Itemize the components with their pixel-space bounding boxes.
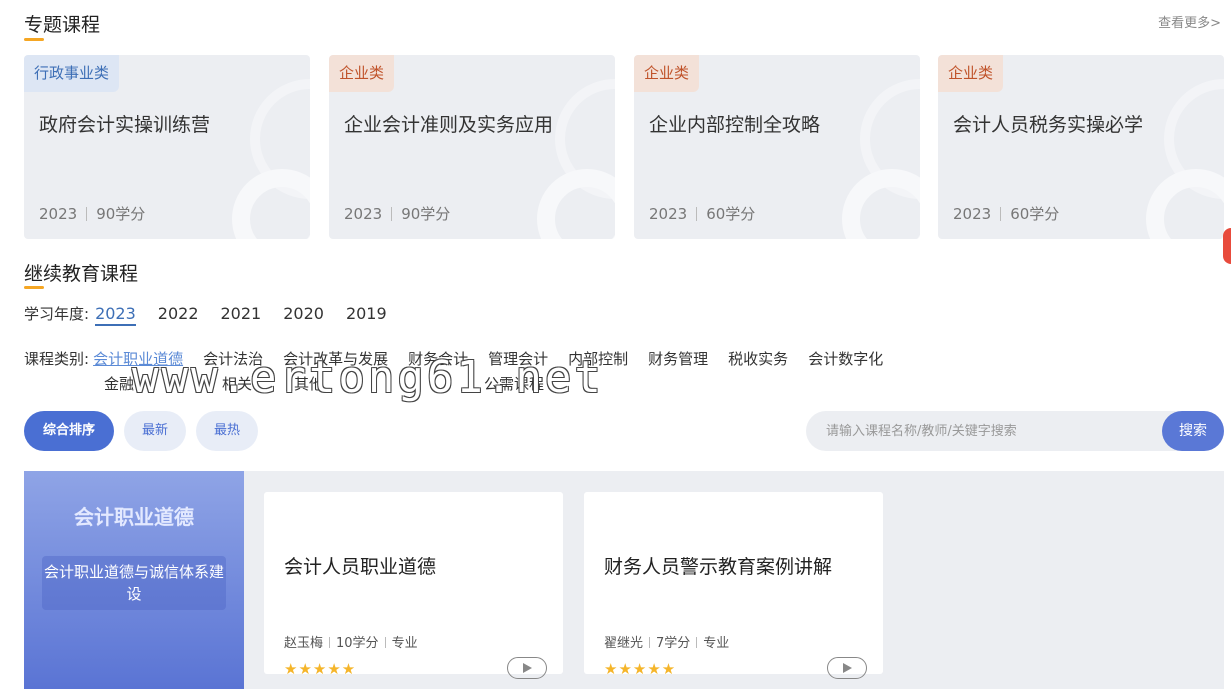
- topic-tag: 企业类: [938, 55, 1004, 92]
- course-name: 财务人员警示教育案例讲解: [604, 556, 833, 578]
- category-filter-label: 课程类别:: [24, 350, 90, 368]
- topic-tag: 行政事业类: [24, 55, 120, 92]
- topic-card[interactable]: 企业类 会计人员税务实操必学 2023 60学分: [938, 55, 1224, 239]
- category-option[interactable]: 财务管理: [648, 348, 708, 369]
- course-card[interactable]: 会计人员职业道德 赵玉梅 10学分 专业 ★★★★★: [264, 492, 563, 679]
- category-option[interactable]: 公需课程: [484, 373, 544, 394]
- category-feature-panel[interactable]: 会计职业道德 会计职业道德与诚信体系建设: [24, 471, 244, 689]
- card-decoration: [1146, 169, 1224, 239]
- category-option[interactable]: 会计改革与发展: [283, 348, 388, 369]
- topic-credits: 90学分: [401, 205, 451, 223]
- card-decoration: [232, 169, 310, 239]
- course-meta: 翟继光 7学分 专业: [604, 632, 729, 651]
- course-list: 会计职业道德 会计职业道德与诚信体系建设 会计人员职业道德 赵玉梅 10学分 专业 …: [24, 471, 1224, 689]
- topic-credits: 60学分: [1010, 205, 1060, 223]
- play-icon[interactable]: [507, 657, 547, 679]
- card-decoration: [842, 169, 920, 239]
- search-box: 搜索: [806, 411, 1224, 451]
- rating-stars-icon: ★★★★★: [604, 660, 677, 678]
- continuing-section-title: 继续教育课程: [24, 263, 139, 285]
- topic-tag: 企业类: [329, 55, 395, 92]
- year-option-2021[interactable]: 2021: [221, 304, 262, 323]
- topic-name: 政府会计实操训练营: [39, 114, 211, 136]
- course-meta: 赵玉梅 10学分 专业: [284, 632, 418, 651]
- sort-hottest-button[interactable]: 最热: [196, 411, 258, 451]
- topic-tag: 企业类: [634, 55, 700, 92]
- year-filter-label: 学习年度:: [24, 305, 90, 323]
- course-teacher: 赵玉梅: [284, 636, 324, 651]
- topic-name: 企业内部控制全攻略: [649, 114, 821, 136]
- topics-section-title: 专题课程: [24, 14, 101, 36]
- title-underline: [24, 286, 44, 289]
- topic-card[interactable]: 企业类 企业内部控制全攻略 2023 60学分: [634, 55, 920, 239]
- category-option[interactable]: 会计数字化: [808, 348, 883, 369]
- course-credits: 10学分: [336, 636, 379, 651]
- category-option[interactable]: 税收实务: [728, 348, 788, 369]
- course-name: 会计人员职业道德: [284, 556, 437, 578]
- topic-year: 2023: [953, 205, 992, 223]
- course-type: 专业: [391, 636, 418, 651]
- topic-year: 2023: [39, 205, 78, 223]
- category-option[interactable]: 金融: [104, 373, 134, 394]
- category-option[interactable]: 其他: [294, 373, 324, 394]
- category-option[interactable]: 相关: [222, 373, 252, 394]
- card-decoration: [537, 169, 615, 239]
- topic-meta: 2023 90学分: [39, 203, 145, 224]
- title-underline: [24, 38, 44, 41]
- year-option-2023[interactable]: 2023: [95, 304, 136, 326]
- topic-year: 2023: [344, 205, 383, 223]
- sort-comprehensive-button[interactable]: 综合排序: [24, 411, 114, 451]
- course-type: 专业: [703, 636, 730, 651]
- category-option[interactable]: 管理会计: [488, 348, 548, 369]
- side-float-tab[interactable]: [1223, 228, 1231, 264]
- rating-stars-icon: ★★★★★: [284, 660, 357, 678]
- topic-card[interactable]: 行政事业类 政府会计实操训练营 2023 90学分: [24, 55, 310, 239]
- category-option[interactable]: 财务会计: [408, 348, 468, 369]
- category-filter-row2: 金融 相关 其他 公需课程: [104, 373, 544, 394]
- year-filter: 学习年度: 2023 2022 2021 2020 2019: [24, 303, 387, 326]
- topic-name: 企业会计准则及实务应用: [344, 114, 554, 136]
- course-teacher: 翟继光: [604, 636, 644, 651]
- year-option-2022[interactable]: 2022: [158, 304, 199, 323]
- course-card[interactable]: 财务人员警示教育案例讲解 翟继光 7学分 专业 ★★★★★: [584, 492, 883, 679]
- category-option[interactable]: 会计职业道德: [93, 348, 183, 369]
- topic-meta: 2023 60学分: [953, 203, 1059, 224]
- search-button[interactable]: 搜索: [1162, 411, 1224, 451]
- year-option-2020[interactable]: 2020: [283, 304, 324, 323]
- topic-meta: 2023 90学分: [344, 203, 450, 224]
- topic-credits: 60学分: [706, 205, 756, 223]
- feature-subtitle: 会计职业道德与诚信体系建设: [42, 556, 226, 610]
- play-icon[interactable]: [827, 657, 867, 679]
- topic-year: 2023: [649, 205, 688, 223]
- category-option[interactable]: 内部控制: [568, 348, 628, 369]
- category-filter: 课程类别: 会计职业道德 会计法治 会计改革与发展 财务会计 管理会计 内部控制 财务管理 税收…: [24, 348, 883, 369]
- category-option[interactable]: 会计法治: [203, 348, 263, 369]
- topic-card[interactable]: 企业类 企业会计准则及实务应用 2023 90学分: [329, 55, 615, 239]
- topic-meta: 2023 60学分: [649, 203, 755, 224]
- view-more-link[interactable]: 查看更多>: [1158, 12, 1221, 31]
- sort-latest-button[interactable]: 最新: [124, 411, 186, 451]
- feature-title: 会计职业道德: [74, 505, 194, 529]
- topic-name: 会计人员税务实操必学: [953, 114, 1144, 136]
- search-input[interactable]: [806, 411, 1161, 451]
- course-credits: 7学分: [656, 636, 691, 651]
- topic-credits: 90学分: [96, 205, 146, 223]
- year-option-2019[interactable]: 2019: [346, 304, 387, 323]
